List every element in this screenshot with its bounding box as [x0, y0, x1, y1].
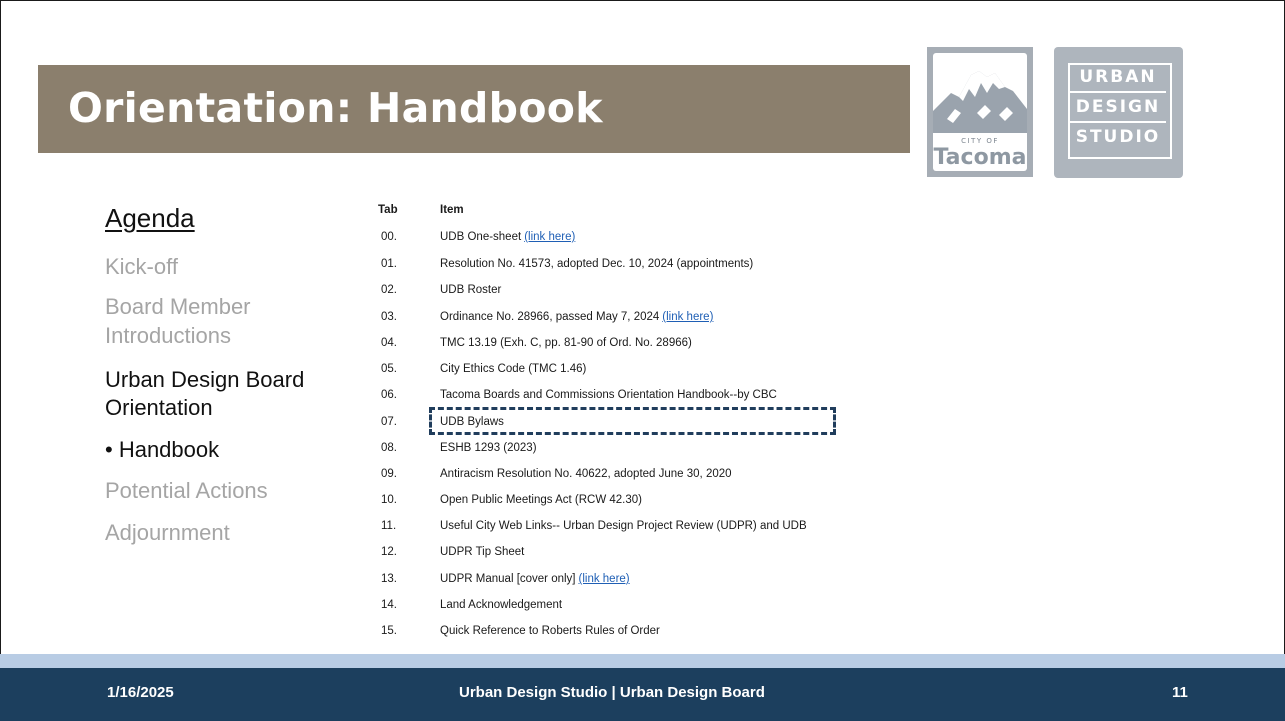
- table-row-tab: 09.: [381, 468, 397, 480]
- agenda-item-adjournment: Adjournment: [105, 520, 230, 545]
- footer-date: 1/16/2025: [107, 684, 174, 701]
- table-row-tab: 07.: [381, 416, 397, 428]
- table-row-item: Useful City Web Links-- Urban Design Pro…: [440, 520, 807, 532]
- table-header-tab: Tab: [378, 204, 398, 216]
- table-row-tab: 02.: [381, 284, 397, 296]
- table-row-item: Antiracism Resolution No. 40622, adopted…: [440, 468, 732, 480]
- table-row-tab: 00.: [381, 231, 397, 243]
- link-here[interactable]: (link here): [524, 231, 575, 243]
- table-row-item: TMC 13.19 (Exh. C, pp. 81-90 of Ord. No.…: [440, 337, 692, 349]
- table-row-tab: 13.: [381, 573, 397, 585]
- table-row-tab: 01.: [381, 258, 397, 270]
- agenda-item-introductions: Introductions: [105, 323, 231, 348]
- footer-stripe: [0, 654, 1285, 668]
- table-row-item: City Ethics Code (TMC 1.46): [440, 363, 587, 375]
- logo-word-design: DESIGN: [1075, 97, 1161, 117]
- agenda-item-potential-actions: Potential Actions: [105, 478, 268, 503]
- table-row-item: Ordinance No. 28966, passed May 7, 2024(…: [440, 311, 714, 323]
- city-of-tacoma-logo: CITY OF Tacoma: [927, 47, 1033, 177]
- link-here[interactable]: (link here): [579, 573, 630, 585]
- agenda-item-kickoff: Kick-off: [105, 254, 178, 279]
- table-row-tab: 14.: [381, 599, 397, 611]
- logo-divider: [1070, 91, 1166, 93]
- table-row-tab: 08.: [381, 442, 397, 454]
- agenda-item-board-member: Board Member: [105, 294, 251, 319]
- logo-city-text: CITY OF: [961, 137, 999, 145]
- table-row-item: Quick Reference to Roberts Rules of Orde…: [440, 625, 660, 637]
- logo-word-urban: URBAN: [1079, 67, 1157, 87]
- urban-design-studio-logo: URBAN DESIGN STUDIO: [1054, 47, 1183, 178]
- footer-title: Urban Design Studio | Urban Design Board: [459, 684, 765, 701]
- table-row-tab: 11.: [381, 520, 397, 532]
- table-row-item: UDB Roster: [440, 284, 502, 296]
- link-here[interactable]: (link here): [662, 311, 713, 323]
- slide-title: Orientation: Handbook: [68, 84, 603, 132]
- table-row-item: UDB One-sheet (link here): [440, 231, 576, 243]
- table-row-item: Land Acknowledgement: [440, 599, 563, 611]
- table-row-tab: 12.: [381, 546, 397, 558]
- logo-word-studio: STUDIO: [1075, 127, 1161, 147]
- logo-tacoma-text: Tacoma: [933, 145, 1027, 170]
- table-row-tab: 04.: [381, 337, 397, 349]
- table-row-tab: 03.: [381, 311, 397, 323]
- table-row-item: UDPR Tip Sheet: [440, 546, 525, 558]
- table-row-tab: 10.: [381, 494, 397, 506]
- table-row-item: Tacoma Boards and Commissions Orientatio…: [440, 389, 777, 401]
- table-row-item: Resolution No. 41573, adopted Dec. 10, 2…: [440, 258, 754, 270]
- table-row-item: ESHB 1293 (2023): [440, 442, 537, 454]
- agenda-subitem-handbook: • Handbook: [105, 437, 220, 462]
- table-header-item: Item: [440, 204, 464, 216]
- footer-page-number: 11: [1172, 684, 1188, 701]
- table-row-tab: 05.: [381, 363, 397, 375]
- agenda-item-orientation: Orientation: [105, 395, 213, 420]
- table-row-item: Open Public Meetings Act (RCW 42.30): [440, 494, 642, 506]
- logo-divider: [1070, 121, 1166, 123]
- agenda-item-udb: Urban Design Board: [105, 367, 305, 392]
- table-row-tab: 15.: [381, 625, 397, 637]
- highlight-box-bylaws: [429, 407, 836, 435]
- agenda-heading: Agenda: [105, 203, 195, 233]
- table-row-item: UDPR Manual [cover only] (link here): [440, 573, 630, 585]
- table-row-tab: 06.: [381, 389, 397, 401]
